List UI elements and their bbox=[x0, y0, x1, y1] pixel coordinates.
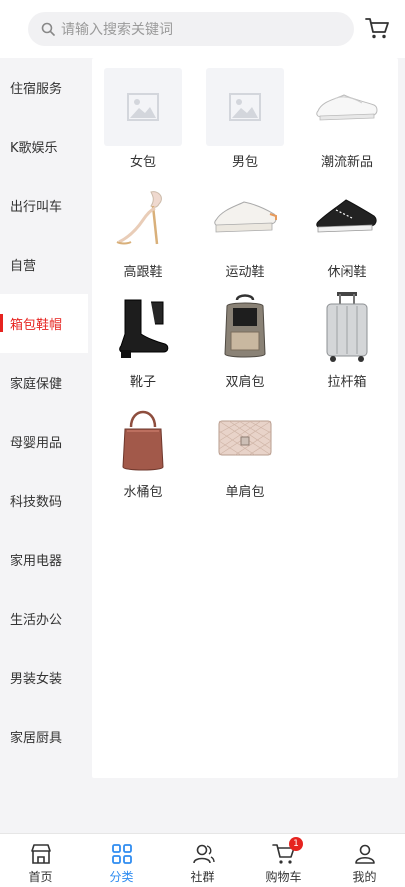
sidebar-item-baby[interactable]: 母婴用品 bbox=[0, 412, 88, 471]
tab-home[interactable]: 首页 bbox=[0, 834, 81, 887]
sidebar-item-label: K歌娱乐 bbox=[10, 141, 58, 156]
search-placeholder: 请输入搜索关键词 bbox=[61, 22, 173, 38]
cart-icon[interactable] bbox=[364, 16, 390, 40]
category-sidebar: 住宿服务 K歌娱乐 出行叫车 自营 箱包鞋帽 家庭保健 母婴用品 科技数码 家用… bbox=[0, 58, 88, 778]
search-icon bbox=[41, 22, 55, 36]
high-heel-sandal-image bbox=[104, 178, 182, 256]
sidebar-item-label: 出行叫车 bbox=[10, 200, 63, 215]
search-bar[interactable]: 请输入搜索关键词 bbox=[28, 12, 354, 46]
sidebar-item-label: 住宿服务 bbox=[10, 82, 63, 97]
white-sneaker-image bbox=[308, 68, 386, 146]
sidebar-item-bags-shoes[interactable]: 箱包鞋帽 bbox=[0, 294, 88, 353]
subcategory-panel: 女包 男包 潮流新品 高跟鞋 运动鞋 休闲鞋 靴子 双肩包 拉杆箱 水桶包 单肩… bbox=[92, 58, 398, 778]
sidebar-item-label: 科技数码 bbox=[10, 495, 63, 510]
sidebar-item-label: 家庭保健 bbox=[10, 377, 63, 392]
silver-suitcase-image bbox=[308, 288, 386, 366]
backpack-image bbox=[206, 288, 284, 366]
sidebar-item-office[interactable]: 生活办公 bbox=[0, 589, 88, 648]
sidebar-item-label: 自营 bbox=[10, 259, 37, 274]
sidebar-item-label: 男装女装 bbox=[10, 672, 63, 687]
sidebar-item-label: 生活办公 bbox=[10, 613, 63, 628]
black-ankle-boot-image bbox=[104, 288, 182, 366]
category-shoulder-bag[interactable]: 单肩包 bbox=[194, 388, 296, 500]
store-icon bbox=[31, 844, 51, 864]
category-trend-new[interactable]: 潮流新品 bbox=[296, 58, 398, 170]
white-platform-sneaker-image bbox=[206, 178, 284, 256]
category-backpack[interactable]: 双肩包 bbox=[194, 278, 296, 390]
grid-icon bbox=[112, 844, 132, 864]
header: 请输入搜索关键词 bbox=[0, 0, 405, 58]
sidebar-item-apparel[interactable]: 男装女装 bbox=[0, 648, 88, 707]
tab-cart[interactable]: 1 购物车 bbox=[243, 834, 324, 887]
category-womens-bag[interactable]: 女包 bbox=[92, 58, 194, 170]
sidebar-item-appliances[interactable]: 家用电器 bbox=[0, 530, 88, 589]
tab-label: 分类 bbox=[109, 870, 134, 884]
tab-label: 购物车 bbox=[265, 870, 302, 884]
tab-community[interactable]: 社群 bbox=[162, 834, 243, 887]
sidebar-item-self-operated[interactable]: 自营 bbox=[0, 235, 88, 294]
tab-label: 我的 bbox=[352, 870, 377, 884]
category-label: 拉杆箱 bbox=[327, 375, 367, 390]
tab-category[interactable]: 分类 bbox=[81, 834, 162, 887]
sidebar-item-ride[interactable]: 出行叫车 bbox=[0, 176, 88, 235]
sidebar-item-lodging[interactable]: 住宿服务 bbox=[0, 58, 88, 117]
tab-label: 首页 bbox=[28, 870, 53, 884]
category-boots[interactable]: 靴子 bbox=[92, 278, 194, 390]
community-icon bbox=[193, 844, 215, 864]
category-sports-shoes[interactable]: 运动鞋 bbox=[194, 168, 296, 280]
sidebar-item-label: 母婴用品 bbox=[10, 436, 63, 451]
placeholder-image-icon bbox=[206, 68, 284, 146]
quilted-shoulder-bag-image bbox=[206, 398, 284, 476]
black-canvas-sneaker-image bbox=[308, 178, 386, 256]
sidebar-item-label: 家居厨具 bbox=[10, 731, 63, 746]
placeholder-image-icon bbox=[104, 68, 182, 146]
tab-mine[interactable]: 我的 bbox=[324, 834, 405, 887]
category-label: 水桶包 bbox=[123, 485, 163, 500]
category-label: 单肩包 bbox=[225, 485, 265, 500]
category-trolley-case[interactable]: 拉杆箱 bbox=[296, 278, 398, 390]
sidebar-item-label: 箱包鞋帽 bbox=[10, 318, 63, 333]
category-high-heels[interactable]: 高跟鞋 bbox=[92, 168, 194, 280]
cart-count-badge: 1 bbox=[289, 837, 303, 851]
sidebar-item-digital[interactable]: 科技数码 bbox=[0, 471, 88, 530]
tab-label: 社群 bbox=[190, 870, 215, 884]
sidebar-item-health[interactable]: 家庭保健 bbox=[0, 353, 88, 412]
sidebar-item-karaoke[interactable]: K歌娱乐 bbox=[0, 117, 88, 176]
category-bucket-bag[interactable]: 水桶包 bbox=[92, 388, 194, 500]
sidebar-item-kitchen[interactable]: 家居厨具 bbox=[0, 707, 88, 766]
bottom-tab-bar: 首页 分类 社群 1 购物车 我的 bbox=[0, 833, 405, 887]
category-casual-shoes[interactable]: 休闲鞋 bbox=[296, 168, 398, 280]
bucket-bag-image bbox=[104, 398, 182, 476]
category-mens-bag[interactable]: 男包 bbox=[194, 58, 296, 170]
sidebar-item-label: 家用电器 bbox=[10, 554, 63, 569]
user-icon bbox=[355, 844, 375, 864]
